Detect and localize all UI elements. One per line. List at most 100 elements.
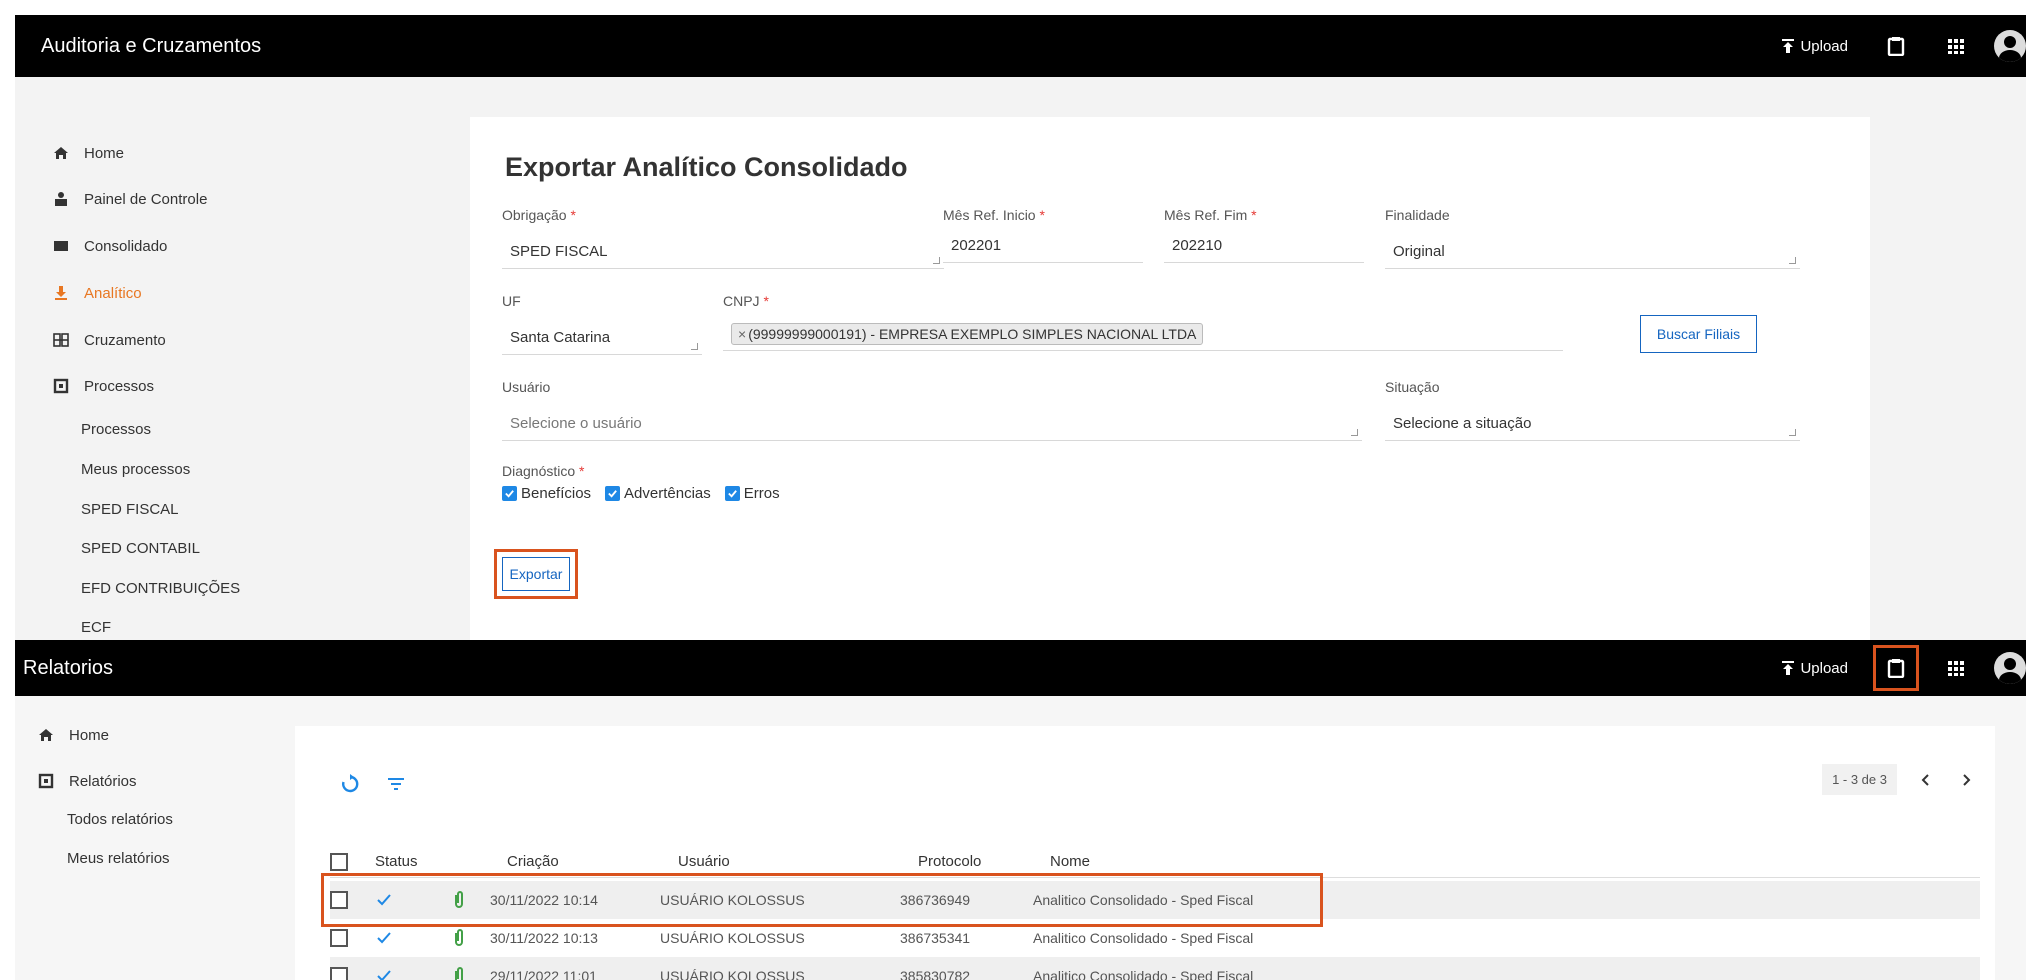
header-nome[interactable]: Nome xyxy=(1050,846,1090,877)
diagnostico-options: Benefícios Advertências Erros xyxy=(502,485,780,502)
table-row[interactable]: 30/11/2022 10:14 USUÁRIO KOLOSSUS 386736… xyxy=(330,881,1980,919)
refresh-icon[interactable] xyxy=(334,768,366,800)
top-sidebar: Home Painel de Controle Consolidado Anal… xyxy=(15,77,465,640)
mes-inicio-label: Mês Ref. Inicio * xyxy=(943,207,1045,223)
attachment-icon[interactable] xyxy=(450,919,468,957)
obrigacao-label: Obrigação * xyxy=(502,207,576,223)
sidebar-item-label: Analítico xyxy=(84,284,142,302)
sidebar-item-analitico[interactable]: Analítico xyxy=(52,284,142,302)
clipboard-icon[interactable] xyxy=(1876,26,1916,66)
required-mark: * xyxy=(1039,207,1045,223)
checkbox-label: Benefícios xyxy=(521,485,592,502)
resize-handle-icon xyxy=(1789,257,1796,264)
chevron-left-icon[interactable] xyxy=(1915,769,1937,791)
situacao-placeholder: Selecione a situação xyxy=(1393,415,1532,432)
sidebar-item-cruzamento[interactable]: Cruzamento xyxy=(52,331,166,349)
select-all-cell xyxy=(330,846,348,877)
upload-button[interactable]: Upload xyxy=(1780,38,1848,55)
mes-inicio-input[interactable]: 202201 xyxy=(943,229,1143,263)
resize-handle-icon xyxy=(691,343,698,350)
sidebar-subitem-ecf[interactable]: ECF xyxy=(81,619,111,636)
table-icon xyxy=(52,237,70,255)
sidebar-item-processos[interactable]: Processos xyxy=(52,377,154,395)
row-checkbox[interactable] xyxy=(330,929,348,947)
processes-icon xyxy=(52,377,70,395)
table-header: Status Criação Usuário Protocolo Nome xyxy=(330,846,1980,878)
app-title: Relatorios xyxy=(23,656,114,679)
top-app-bar: Auditoria e Cruzamentos Upload xyxy=(15,15,2026,77)
attachment-icon[interactable] xyxy=(450,957,468,980)
filter-icon[interactable] xyxy=(380,768,412,800)
sidebar-item-consolidado[interactable]: Consolidado xyxy=(52,237,167,255)
uf-select[interactable]: Santa Catarina xyxy=(502,321,702,355)
uf-label: UF xyxy=(502,293,521,309)
mes-fim-label: Mês Ref. Fim * xyxy=(1164,207,1257,223)
remove-chip-icon[interactable]: × xyxy=(738,326,746,342)
upload-icon xyxy=(1780,38,1796,54)
obrigacao-select[interactable]: SPED FISCAL xyxy=(502,235,944,269)
finalidade-label: Finalidade xyxy=(1385,207,1450,223)
avatar[interactable] xyxy=(1994,652,2026,684)
sidebar-item-painel[interactable]: Painel de Controle xyxy=(52,190,207,208)
required-mark: * xyxy=(579,463,585,479)
sidebar-subitem-sped-fiscal[interactable]: SPED FISCAL xyxy=(81,501,179,518)
sidebar-item-relatorios[interactable]: Relatórios xyxy=(37,772,137,790)
advertencias-checkbox[interactable]: Advertências xyxy=(605,485,711,502)
header-criacao[interactable]: Criação xyxy=(507,846,559,877)
sidebar-subitem-meus-processos[interactable]: Meus processos xyxy=(81,461,190,478)
table-row[interactable]: 30/11/2022 10:13 USUÁRIO KOLOSSUS 386735… xyxy=(330,919,1980,957)
upload-label: Upload xyxy=(1800,659,1848,677)
sidebar-subitem-processos[interactable]: Processos xyxy=(81,421,151,438)
bottom-sidebar: Home Relatórios Todos relatórios Meus re… xyxy=(15,696,295,980)
attachment-icon[interactable] xyxy=(450,881,468,919)
header-status[interactable]: Status xyxy=(375,846,418,877)
bottom-app-bar: Relatorios Upload xyxy=(15,640,2026,696)
finalidade-select[interactable]: Original xyxy=(1385,235,1800,269)
table-row[interactable]: 29/11/2022 11:01 USUÁRIO KOLOSSUS 385830… xyxy=(330,957,1980,980)
apps-grid-icon[interactable] xyxy=(1936,26,1976,66)
header-protocolo[interactable]: Protocolo xyxy=(918,846,981,877)
sidebar-subitem-efd-contribuicoes[interactable]: EFD CONTRIBUIÇÕES xyxy=(81,580,240,597)
home-icon xyxy=(52,144,70,162)
checkbox-checked-icon xyxy=(724,486,740,501)
avatar[interactable] xyxy=(1994,30,2026,62)
sidebar-item-label: Cruzamento xyxy=(84,331,166,349)
label-text: Diagnóstico xyxy=(502,463,576,479)
dashboard-icon xyxy=(52,190,70,208)
buscar-filiais-button[interactable]: Buscar Filiais xyxy=(1640,315,1757,353)
top-bar-actions: Upload xyxy=(1780,15,2026,77)
usuario-label: Usuário xyxy=(502,379,551,395)
apps-grid-icon[interactable] xyxy=(1936,648,1976,688)
reports-table-card: 1 - 3 de 3 Status Criação Usuário Protoc… xyxy=(295,726,1995,980)
home-icon xyxy=(37,726,55,744)
resize-handle-icon xyxy=(1789,429,1796,436)
row-checkbox-cell xyxy=(330,919,348,957)
situacao-select[interactable]: Selecione a situação xyxy=(1385,407,1800,441)
select-all-checkbox[interactable] xyxy=(330,852,348,871)
mes-inicio-value: 202201 xyxy=(951,237,1002,254)
nome-cell: Analitico Consolidado - Sped Fiscal xyxy=(1033,892,1254,908)
beneficios-checkbox[interactable]: Benefícios xyxy=(502,485,591,502)
cnpj-chip[interactable]: × (99999999000191) - EMPRESA EXEMPLO SIMP… xyxy=(731,322,1204,345)
usuario-select[interactable]: Selecione o usuário xyxy=(502,407,1362,441)
check-icon xyxy=(375,881,393,919)
chevron-right-icon[interactable] xyxy=(1955,769,1977,791)
sidebar-item-home[interactable]: Home xyxy=(52,144,124,162)
situacao-label: Situação xyxy=(1385,379,1440,395)
header-usuario[interactable]: Usuário xyxy=(678,846,730,877)
sidebar-subitem-todos-relatorios[interactable]: Todos relatórios xyxy=(67,811,173,828)
sidebar-item-home[interactable]: Home xyxy=(37,726,109,744)
row-checkbox[interactable] xyxy=(330,891,348,909)
erros-checkbox[interactable]: Erros xyxy=(724,485,780,502)
label-text: Mês Ref. Fim xyxy=(1164,207,1248,223)
sidebar-subitem-sped-contabil[interactable]: SPED CONTABIL xyxy=(81,540,200,557)
cnpj-input[interactable]: × (99999999000191) - EMPRESA EXEMPLO SIMP… xyxy=(723,317,1563,351)
row-checkbox[interactable] xyxy=(330,967,348,980)
exportar-button[interactable]: Exportar xyxy=(502,557,570,591)
sidebar-item-label: Processos xyxy=(84,377,155,395)
bottom-bar-actions: Upload xyxy=(1780,640,2026,696)
upload-button[interactable]: Upload xyxy=(1780,660,1848,677)
sidebar-subitem-meus-relatorios[interactable]: Meus relatórios xyxy=(67,850,170,867)
mes-fim-input[interactable]: 202210 xyxy=(1164,229,1364,263)
clipboard-icon[interactable] xyxy=(1873,645,1919,691)
